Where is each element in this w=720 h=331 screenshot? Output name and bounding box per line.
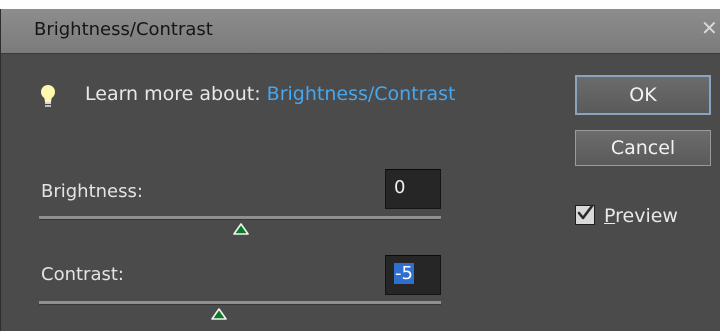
contrast-value: -5	[394, 263, 414, 284]
ok-button[interactable]: OK	[575, 75, 711, 115]
contrast-slider-track[interactable]	[39, 301, 441, 305]
contrast-label: Contrast:	[41, 264, 124, 285]
learn-more-prefix: Learn more about:	[85, 83, 261, 105]
learn-more-link[interactable]: Brightness/Contrast	[267, 83, 456, 105]
lightbulb-icon	[41, 85, 55, 107]
dialog-title: Brightness/Contrast	[34, 19, 213, 40]
brightness-value: 0	[394, 177, 406, 198]
contrast-slider-thumb[interactable]	[211, 308, 227, 320]
learn-more-text: Learn more about: Brightness/Contrast	[85, 83, 455, 105]
brightness-contrast-dialog: Brightness/Contrast ✕ Learn more about: …	[0, 9, 720, 331]
brightness-slider-thumb[interactable]	[233, 223, 249, 235]
close-icon[interactable]: ✕	[701, 18, 718, 38]
title-bar[interactable]: Brightness/Contrast ✕	[1, 9, 720, 54]
contrast-input[interactable]: -5	[385, 255, 441, 295]
cancel-button[interactable]: Cancel	[575, 130, 711, 166]
checkmark-icon	[577, 204, 594, 220]
preview-checkbox[interactable]	[575, 204, 595, 225]
brightness-label: Brightness:	[41, 181, 143, 202]
preview-label[interactable]: Preview	[604, 205, 678, 227]
brightness-input[interactable]: 0	[385, 169, 441, 209]
brightness-slider-track[interactable]	[39, 216, 441, 220]
